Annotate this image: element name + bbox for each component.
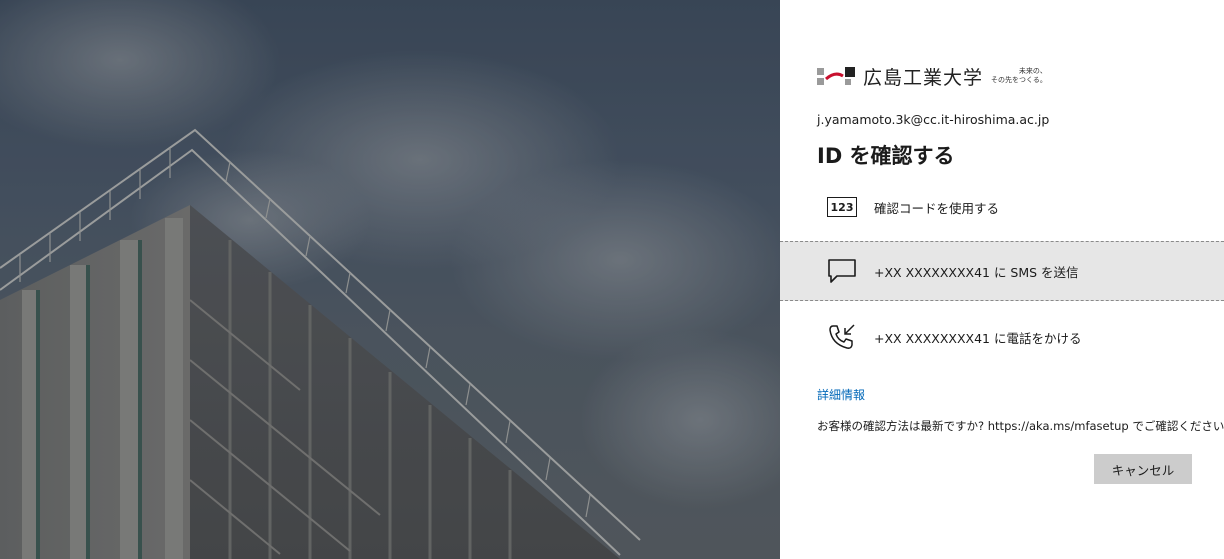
verification-code-icon: 123 [825,193,859,221]
university-logo: 広島工業大学 未来の、 その先をつくる。 [817,62,1047,90]
option-send-sms[interactable]: +XX XXXXXXXX41 に SMS を送信 [780,241,1224,301]
university-name: 広島工業大学 [863,66,984,89]
logo-mark-icon [817,65,857,87]
university-tagline: 未来の、 その先をつくる。 [991,67,1047,85]
phone-call-icon [825,323,859,351]
option-label: +XX XXXXXXXX41 に SMS を送信 [874,264,1079,280]
auth-panel: 広島工業大学 未来の、 その先をつくる。 j.yamamoto.3k@cc.it… [780,0,1224,559]
more-info-link[interactable]: 詳細情報 [817,386,865,403]
sign-in-page: 広島工業大学 未来の、 その先をつくる。 j.yamamoto.3k@cc.it… [0,0,1224,559]
option-phone-call[interactable]: +XX XXXXXXXX41 に電話をかける [780,310,1224,364]
tagline-line-1: 未来の、 [1018,67,1047,75]
code-box: 123 [827,197,857,217]
page-title: ID を確認する [817,144,955,168]
mfa-update-note: お客様の確認方法は最新ですか? https://aka.ms/mfasetup … [817,419,1224,433]
option-label: 確認コードを使用する [874,200,1000,216]
option-use-verification-code[interactable]: 123 確認コードを使用する [780,180,1224,234]
cancel-button[interactable]: キャンセル [1094,454,1192,484]
user-email: j.yamamoto.3k@cc.it-hiroshima.ac.jp [817,112,1050,127]
sms-icon [825,257,859,285]
building-illustration [0,0,780,559]
option-label: +XX XXXXXXXX41 に電話をかける [874,330,1082,346]
background-building-image [0,0,780,559]
tagline-line-2: その先をつくる。 [991,76,1047,84]
